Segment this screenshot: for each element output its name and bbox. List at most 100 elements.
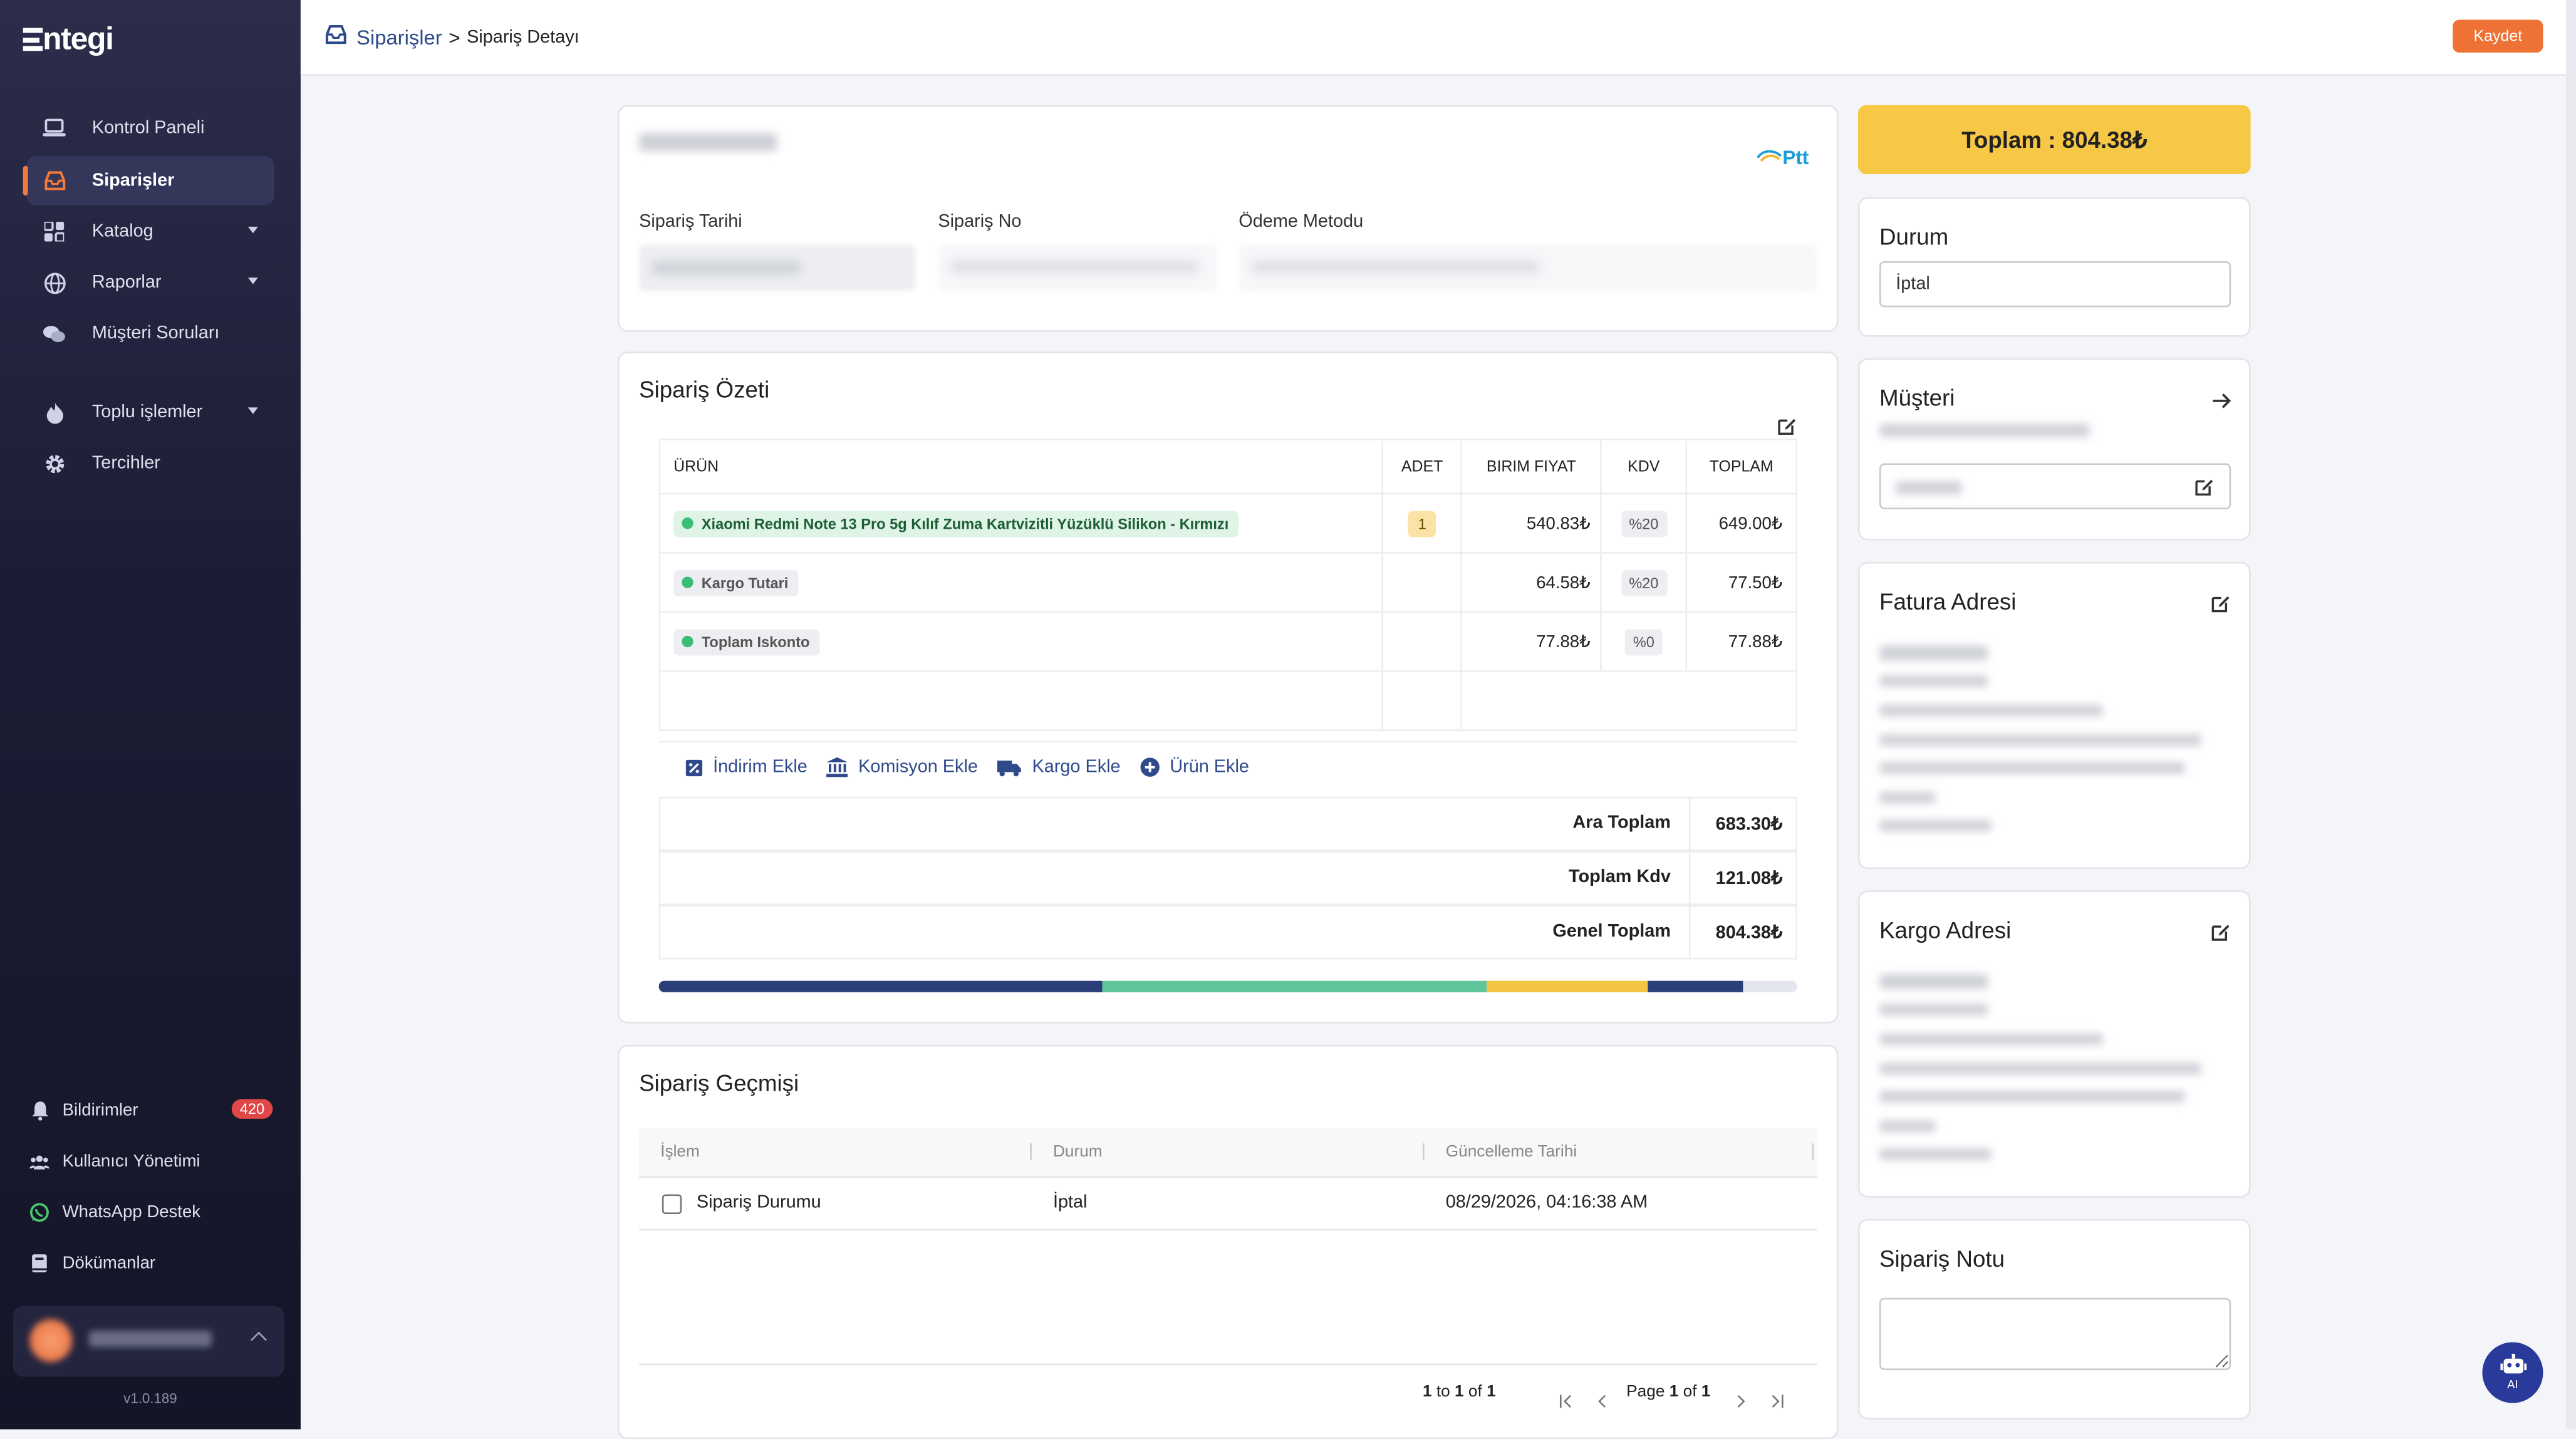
prev-page-icon[interactable] <box>1597 1386 1607 1416</box>
next-page-icon[interactable] <box>1737 1386 1747 1416</box>
edit-icon[interactable] <box>2211 920 2231 950</box>
ai-assistant-button[interactable]: AI <box>2482 1342 2543 1403</box>
chevron-up-icon[interactable] <box>251 1331 267 1348</box>
sidebar-item-musteri-sorulari[interactable]: Müşteri Soruları <box>26 309 274 358</box>
unit-price: 540.83₺ <box>1460 492 1602 554</box>
tax-row: Toplam Kdv 121.08₺ <box>658 851 1797 905</box>
pager-from: 1 <box>1422 1383 1432 1401</box>
sidebar-item-katalog[interactable]: Katalog <box>26 207 274 256</box>
column-resizer[interactable] <box>1422 1143 1425 1160</box>
breadcrumb-separator: > <box>449 25 460 49</box>
progress-segment <box>1487 980 1647 992</box>
column-header-guncelleme-tarihi: Güncelleme Tarihi <box>1445 1143 1577 1162</box>
order-note-card: Sipariş Notu <box>1857 1218 2251 1420</box>
column-resizer[interactable] <box>1030 1143 1032 1160</box>
product-pill[interactable]: Kargo Tutari <box>673 569 799 596</box>
sidebar-item-label: Tercihler <box>91 453 160 474</box>
order-total-banner: Toplam : 804.38₺ <box>1857 105 2251 174</box>
order-history-title: Sipariş Geçmişi <box>639 1069 799 1096</box>
sidebar-item-bildirimler[interactable]: Bildirimler 420 <box>29 1093 276 1129</box>
product-pill[interactable]: Toplam Iskonto <box>673 628 820 655</box>
address-line-redacted <box>1879 675 1988 687</box>
add-discount-button[interactable]: İndirim Ekle <box>685 757 808 777</box>
table-row[interactable]: Xiaomi Redmi Note 13 Pro 5g Kılıf Zuma K… <box>658 492 1797 554</box>
sidebar-item-siparisler[interactable]: Siparişler <box>23 156 274 205</box>
table-row-empty <box>658 670 1797 731</box>
sidebar-item-toplu-islemler[interactable]: Toplu işlemler <box>26 388 274 437</box>
breadcrumb-current: Sipariş Detayı <box>467 27 579 47</box>
status-select[interactable]: İptal <box>1879 261 2231 308</box>
app-logo[interactable]: ntegi <box>23 23 114 60</box>
shipping-address-title: Kargo Adresi <box>1879 917 2012 943</box>
unit-price: 77.88₺ <box>1460 611 1602 672</box>
pager-page: Page 1 of 1 <box>1626 1383 1710 1401</box>
bank-icon <box>827 757 849 777</box>
user-account-card[interactable] <box>13 1306 284 1377</box>
subtotal-value: 683.30₺ <box>1715 814 1783 835</box>
column-header-kdv: KDV <box>1600 439 1688 495</box>
address-line-redacted <box>1879 1033 2103 1045</box>
sidebar-item-kullanici-yonetimi[interactable]: Kullanıcı Yönetimi <box>29 1143 276 1180</box>
bell-icon <box>29 1101 49 1121</box>
add-product-button[interactable]: Ürün Ekle <box>1140 757 1249 777</box>
customer-title: Müşteri <box>1879 384 1955 411</box>
table-row[interactable]: Kargo Tutari 64.58₺ %20 77.50₺ <box>658 552 1797 613</box>
address-line-redacted <box>1879 645 1988 661</box>
tax-label: Toplam Kdv <box>1569 867 1671 888</box>
payment-method-field[interactable] <box>1239 244 1817 291</box>
status-dot-icon <box>682 517 693 529</box>
book-icon <box>29 1254 49 1273</box>
order-note-textarea[interactable] <box>1879 1297 2231 1371</box>
payment-method-label: Ödeme Metodu <box>1239 212 1364 232</box>
app-root: ntegi Kontrol Paneli Siparişler Katalog … <box>0 0 2576 1439</box>
sidebar-item-raporlar[interactable]: Raporlar <box>26 258 274 308</box>
address-line-redacted <box>1879 734 2202 746</box>
add-shipping-button[interactable]: Kargo Ekle <box>997 757 1121 777</box>
pager-summary: 1 to 1 of 1 <box>1423 1383 1496 1401</box>
add-discount-label: İndirim Ekle <box>713 757 808 777</box>
edit-icon[interactable] <box>2211 591 2231 621</box>
address-line-redacted <box>1879 791 1936 804</box>
table-row[interactable]: Toplam Iskonto 77.88₺ %0 77.88₺ <box>658 611 1797 672</box>
add-commission-button[interactable]: Komisyon Ekle <box>827 757 978 777</box>
breadcrumb: Siparişler > Sipariş Detayı <box>325 24 579 49</box>
sidebar-item-label: Raporlar <box>91 273 162 293</box>
page-of-word: of <box>1683 1383 1697 1401</box>
gear-icon <box>43 452 66 475</box>
edit-icon[interactable] <box>2195 476 2215 501</box>
first-page-icon[interactable] <box>1559 1386 1574 1416</box>
customer-select[interactable] <box>1879 463 2231 509</box>
order-no-field[interactable] <box>938 244 1218 291</box>
robot-icon <box>2499 1353 2526 1380</box>
sidebar-item-kontrol-paneli[interactable]: Kontrol Paneli <box>26 103 274 153</box>
status-title: Durum <box>1879 223 1949 250</box>
pager-to: 1 <box>1455 1383 1464 1401</box>
breadcrumb-link-siparisler[interactable]: Siparişler <box>356 26 442 49</box>
sidebar-item-whatsapp-destek[interactable]: WhatsApp Destek <box>29 1194 276 1230</box>
column-resizer[interactable] <box>1812 1143 1814 1160</box>
order-date-field[interactable] <box>639 244 915 291</box>
arrow-right-icon[interactable] <box>2213 388 2231 417</box>
product-pill[interactable]: Xiaomi Redmi Note 13 Pro 5g Kılıf Zuma K… <box>673 510 1239 537</box>
order-history-card: Sipariş Geçmişi İşlem Durum Güncelleme T… <box>618 1044 1839 1439</box>
sidebar-item-tercihler[interactable]: Tercihler <box>26 439 274 488</box>
progress-segment <box>1646 980 1744 992</box>
table-row[interactable]: Sipariş Durumu İptal 08/29/2026, 04:16:3… <box>639 1178 1817 1231</box>
order-note-title: Sipariş Notu <box>1879 1245 2005 1272</box>
address-line-redacted <box>1879 1120 1936 1132</box>
subtotal-label: Ara Toplam <box>1572 813 1671 833</box>
order-summary-card: Sipariş Özeti ÜRÜN ADET BIRIM FIYAT KDV … <box>618 351 1839 1024</box>
product-name: Toplam Iskonto <box>701 633 810 650</box>
order-date-label: Sipariş Tarihi <box>639 212 742 232</box>
customer-email-redacted <box>1879 423 2090 437</box>
sidebar-item-label: WhatsApp Destek <box>62 1202 201 1223</box>
last-page-icon[interactable] <box>1769 1386 1784 1416</box>
marketplace-name: Ptt <box>1782 146 1809 170</box>
row-checkbox[interactable] <box>662 1194 682 1214</box>
save-button[interactable]: Kaydet <box>2453 19 2543 53</box>
kdv-badge: %0 <box>1624 628 1663 655</box>
sidebar-item-dokumanlar[interactable]: Dökümanlar <box>29 1245 276 1282</box>
page-scrollbar[interactable] <box>2566 0 2576 1430</box>
pager-to-word: to <box>1436 1383 1450 1401</box>
order-info-card: Ptt Sipariş Tarihi Sipariş No Ödeme Meto… <box>618 105 1839 332</box>
